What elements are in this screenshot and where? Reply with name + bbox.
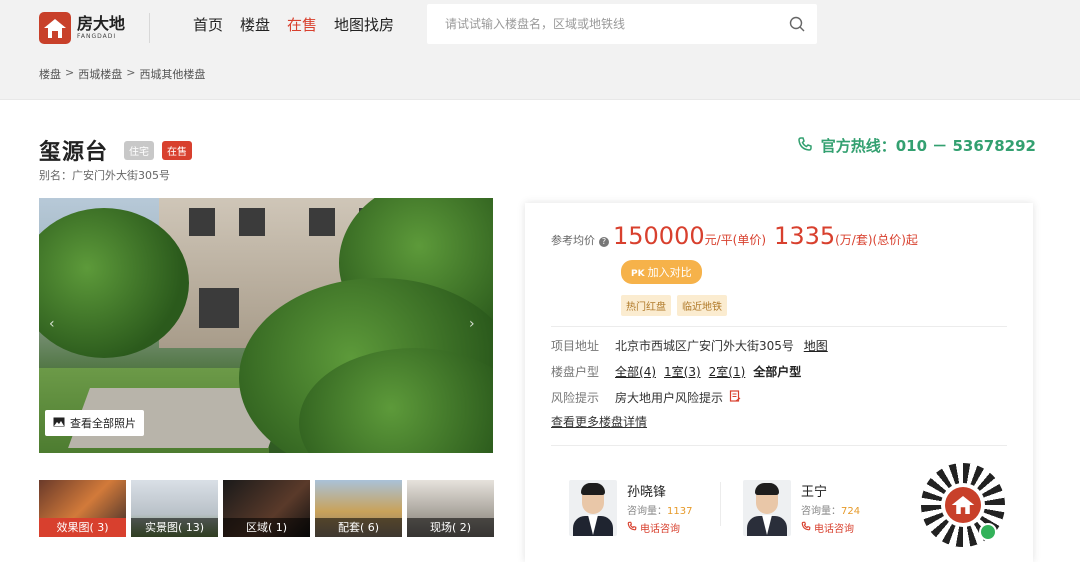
phone-icon bbox=[627, 521, 637, 534]
feature-tag: 临近地铁 bbox=[677, 295, 727, 316]
document-icon[interactable] bbox=[729, 390, 741, 405]
unit-price: 150000 bbox=[613, 222, 705, 250]
search-input[interactable] bbox=[445, 17, 777, 31]
breadcrumb-xicheng[interactable]: 西城楼盘 bbox=[78, 66, 122, 82]
logo-house-icon bbox=[945, 487, 981, 523]
nav-on-sale[interactable]: 在售 bbox=[287, 14, 317, 35]
feature-tag: 热门红盘 bbox=[621, 295, 671, 316]
thumb-renderings[interactable]: 效果图( 3) bbox=[39, 480, 126, 537]
address-row: 项目地址 北京市西城区广安门外大街305号 地图 bbox=[551, 337, 828, 354]
breadcrumb: 楼盘 > 西城楼盘 > 西城其他楼盘 bbox=[39, 66, 205, 82]
nav-properties[interactable]: 楼盘 bbox=[240, 14, 270, 35]
layout-1room-link[interactable]: 1室(3) bbox=[664, 363, 701, 380]
add-compare-label: 加入对比 bbox=[647, 266, 692, 279]
risk-row: 风险提示 房大地用户风险提示 bbox=[551, 389, 741, 406]
photo-gallery: ‹ › 查看全部照片 bbox=[39, 198, 493, 453]
layout-all-link[interactable]: 全部(4) bbox=[615, 363, 656, 380]
more-details-link[interactable]: 查看更多楼盘详情 bbox=[551, 413, 647, 430]
layout-key: 楼盘户型 bbox=[551, 365, 600, 379]
address-value: 北京市西城区广安门外大街305号 bbox=[615, 339, 794, 353]
agent-divider bbox=[720, 482, 721, 526]
add-compare-button[interactable]: PK 加入对比 bbox=[621, 260, 702, 284]
thumb-area[interactable]: 区域( 1) bbox=[223, 480, 310, 537]
avatar bbox=[743, 480, 791, 536]
main-nav: 首页 楼盘 在售 地图找房 bbox=[193, 14, 394, 35]
view-all-label: 查看全部照片 bbox=[70, 417, 136, 430]
all-layouts-link[interactable]: 全部户型 bbox=[753, 363, 801, 380]
price-row: 参考均价 ? 150000 元/平(单价) 1335 (万/套)(总价)起 bbox=[551, 222, 926, 250]
divider bbox=[551, 445, 1007, 446]
logo-name: 房大地 bbox=[77, 14, 126, 33]
total-price: 1335 bbox=[774, 222, 836, 250]
thumb-label: 配套( 6) bbox=[315, 518, 402, 537]
image-icon bbox=[53, 417, 65, 430]
call-agent-button[interactable]: 电话咨询 bbox=[801, 520, 860, 535]
breadcrumb-xicheng-other[interactable]: 西城其他楼盘 bbox=[139, 66, 205, 82]
thumb-real-photos[interactable]: 实景图( 13) bbox=[131, 480, 218, 537]
property-header: 玺源台 住宅 在售 bbox=[39, 134, 193, 166]
site-logo[interactable]: 房大地 FANGDADI bbox=[39, 12, 149, 44]
header-divider bbox=[149, 13, 150, 43]
risk-notice[interactable]: 房大地用户风险提示 bbox=[615, 389, 723, 406]
next-arrow-icon[interactable]: › bbox=[469, 316, 483, 334]
pk-badge: PK bbox=[631, 269, 645, 279]
risk-key: 风险提示 bbox=[551, 391, 600, 405]
thumb-label: 区域( 1) bbox=[223, 518, 310, 537]
agent-name: 王宁 bbox=[801, 485, 828, 500]
call-agent-button[interactable]: 电话咨询 bbox=[627, 520, 692, 535]
breadcrumb-properties[interactable]: 楼盘 bbox=[39, 66, 61, 82]
agent-inquiries: 咨询量：1137 bbox=[627, 506, 693, 517]
logo-house-icon bbox=[39, 12, 71, 44]
property-alias: 别名：广安门外大街305号 bbox=[39, 169, 170, 182]
breadcrumb-separator: > bbox=[65, 66, 75, 79]
logo-subtitle: FANGDADI bbox=[77, 33, 117, 40]
page-title: 玺源台 bbox=[39, 140, 109, 165]
agent-name: 孙晓锋 bbox=[627, 485, 667, 500]
hotline-text: 官方热线：010 － 53678292 bbox=[820, 137, 1036, 155]
hotline[interactable]: 官方热线：010 － 53678292 bbox=[797, 135, 1036, 156]
view-all-photos-button[interactable]: 查看全部照片 bbox=[45, 410, 144, 436]
thumb-label: 效果图( 3) bbox=[39, 518, 126, 537]
agent-inquiries: 咨询量：724 bbox=[801, 506, 861, 517]
type-badge: 住宅 bbox=[124, 140, 155, 160]
unit-price-suffix: 元/平(单价) bbox=[704, 233, 767, 247]
thumb-facilities[interactable]: 配套( 6) bbox=[315, 480, 402, 537]
layout-2room-link[interactable]: 2室(1) bbox=[709, 363, 746, 380]
nav-home[interactable]: 首页 bbox=[193, 14, 223, 35]
agent-card[interactable]: 孙晓锋 咨询量：1137 电话咨询 bbox=[569, 480, 692, 536]
agent-card[interactable]: 王宁 咨询量：724 电话咨询 bbox=[743, 480, 860, 536]
phone-icon bbox=[801, 521, 811, 534]
layout-row: 楼盘户型 全部(4) 1室(3) 2室(1) 全部户型 bbox=[551, 363, 801, 380]
thumb-onsite[interactable]: 现场( 2) bbox=[407, 480, 494, 537]
help-icon[interactable]: ? bbox=[599, 237, 609, 247]
map-link[interactable]: 地图 bbox=[804, 339, 828, 353]
divider bbox=[551, 326, 1007, 327]
thumb-label: 实景图( 13) bbox=[131, 518, 218, 537]
search-box bbox=[427, 4, 817, 44]
prev-arrow-icon[interactable]: ‹ bbox=[49, 316, 63, 334]
thumbnail-strip: 效果图( 3) 实景图( 13) 区域( 1) 配套( 6) 现场( 2) bbox=[39, 480, 494, 537]
total-price-suffix: (万/套)(总价)起 bbox=[835, 233, 918, 247]
search-icon[interactable] bbox=[777, 4, 817, 44]
price-label: 参考均价 bbox=[551, 234, 595, 247]
property-info-card: 参考均价 ? 150000 元/平(单价) 1335 (万/套)(总价)起 PK… bbox=[525, 203, 1033, 562]
breadcrumb-separator: > bbox=[126, 66, 136, 79]
thumb-label: 现场( 2) bbox=[407, 518, 494, 537]
top-bar: 房大地 FANGDADI 首页 楼盘 在售 地图找房 楼盘 > 西城楼盘 > 西… bbox=[0, 0, 1080, 100]
address-key: 项目地址 bbox=[551, 339, 600, 353]
mini-program-qr-code bbox=[921, 463, 1005, 547]
avatar bbox=[569, 480, 617, 536]
status-badge: 在售 bbox=[162, 140, 193, 160]
nav-map-search[interactable]: 地图找房 bbox=[334, 14, 394, 35]
phone-icon bbox=[797, 136, 813, 156]
wechat-icon bbox=[979, 523, 997, 541]
